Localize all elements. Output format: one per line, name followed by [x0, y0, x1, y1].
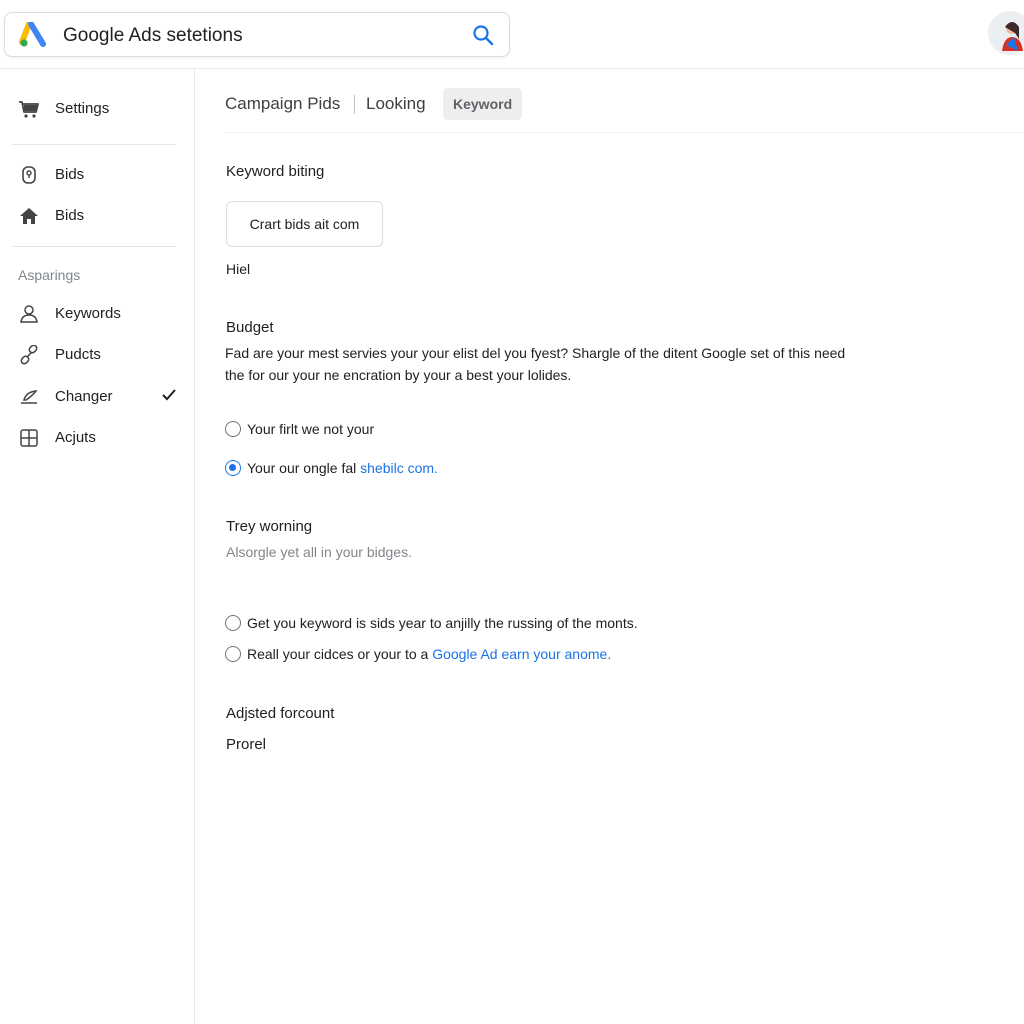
user-avatar-icon	[988, 11, 1024, 55]
google-ads-logo	[19, 22, 46, 47]
tab-separator	[354, 95, 355, 114]
sidebar-item-label: Bids	[55, 207, 85, 224]
create-bids-button[interactable]: Crart bids ait com	[226, 201, 383, 247]
sidebar-item-label: Pudcts	[55, 346, 101, 363]
edit-icon	[21, 390, 38, 404]
budget-description: Fad are your mest servies your your elis…	[225, 345, 846, 383]
tab-divider	[225, 132, 1024, 133]
sidebar: Settings Bids Bids Asparings Keywords Pu…	[0, 69, 195, 1024]
link-icon	[20, 345, 38, 365]
sidebar-item-label: Settings	[55, 100, 110, 117]
cart-icon	[19, 101, 39, 118]
adjusted-section-title: Adjsted forcount	[226, 705, 335, 722]
sidebar-item-pudcts[interactable]: Pudcts	[0, 336, 194, 374]
grid-icon	[20, 429, 38, 447]
radio-button[interactable]	[225, 421, 241, 437]
radio-link[interactable]: Google Ad earn your anome.	[432, 646, 611, 662]
main-content: Campaign Pids Looking Keyword Keyword bi…	[195, 69, 1024, 1024]
person-icon	[20, 305, 38, 323]
sidebar-item-label: Acjuts	[55, 429, 96, 446]
keyword-section-title: Keyword biting	[226, 163, 325, 180]
sidebar-section-label: Asparings	[18, 267, 81, 283]
warning-subtitle: Alsorgle yet all in your bidges.	[226, 544, 412, 560]
check-icon	[162, 389, 176, 401]
avatar[interactable]	[988, 11, 1024, 55]
radio-label: Get you keyword is sids year to anjilly …	[247, 615, 638, 631]
tab-bar: Campaign Pids Looking Keyword	[225, 87, 1024, 123]
radio-label: Your firlt we not your	[247, 421, 375, 437]
radio-label: Reall your cidces or your to a Google Ad…	[247, 646, 612, 662]
sidebar-item-settings[interactable]: Settings	[0, 90, 194, 128]
tab-campaign-pids[interactable]: Campaign Pids	[225, 87, 340, 121]
home-icon	[20, 208, 38, 224]
sidebar-item-label: Bids	[55, 166, 85, 183]
sidebar-item-changer[interactable]: Changer	[0, 378, 194, 416]
search-icon[interactable]	[471, 23, 495, 47]
sidebar-item-label: Changer	[55, 388, 113, 405]
lock-icon	[22, 166, 36, 184]
search-box[interactable]: Google Ads setetions	[4, 12, 510, 57]
sidebar-item-label: Keywords	[55, 305, 121, 322]
tab-looking[interactable]: Looking	[366, 87, 426, 121]
tab-keyword[interactable]: Keyword	[443, 88, 523, 120]
search-input[interactable]: Google Ads setetions	[63, 25, 243, 47]
radio-button[interactable]	[225, 646, 241, 662]
warning-section-title: Trey worning	[226, 518, 313, 535]
sidebar-item-acjuts[interactable]: Acjuts	[0, 419, 194, 457]
radio-button[interactable]	[225, 615, 241, 631]
sidebar-divider	[12, 144, 176, 145]
sidebar-item-bids[interactable]: Bids	[0, 156, 194, 194]
budget-section-title: Budget	[226, 319, 274, 336]
sidebar-divider	[12, 246, 176, 247]
radio-link[interactable]: shebilc com.	[360, 460, 438, 476]
top-bar: Google Ads setetions	[0, 0, 1024, 69]
sidebar-item-keywords[interactable]: Keywords	[0, 295, 194, 333]
radio-label: Your our ongle fal shebilc com.	[247, 460, 438, 476]
radio-button-checked[interactable]	[225, 460, 241, 476]
sidebar-item-bids-home[interactable]: Bids	[0, 197, 194, 235]
adjusted-value: Prorel	[226, 736, 267, 753]
keyword-note: Hiel	[226, 261, 251, 277]
